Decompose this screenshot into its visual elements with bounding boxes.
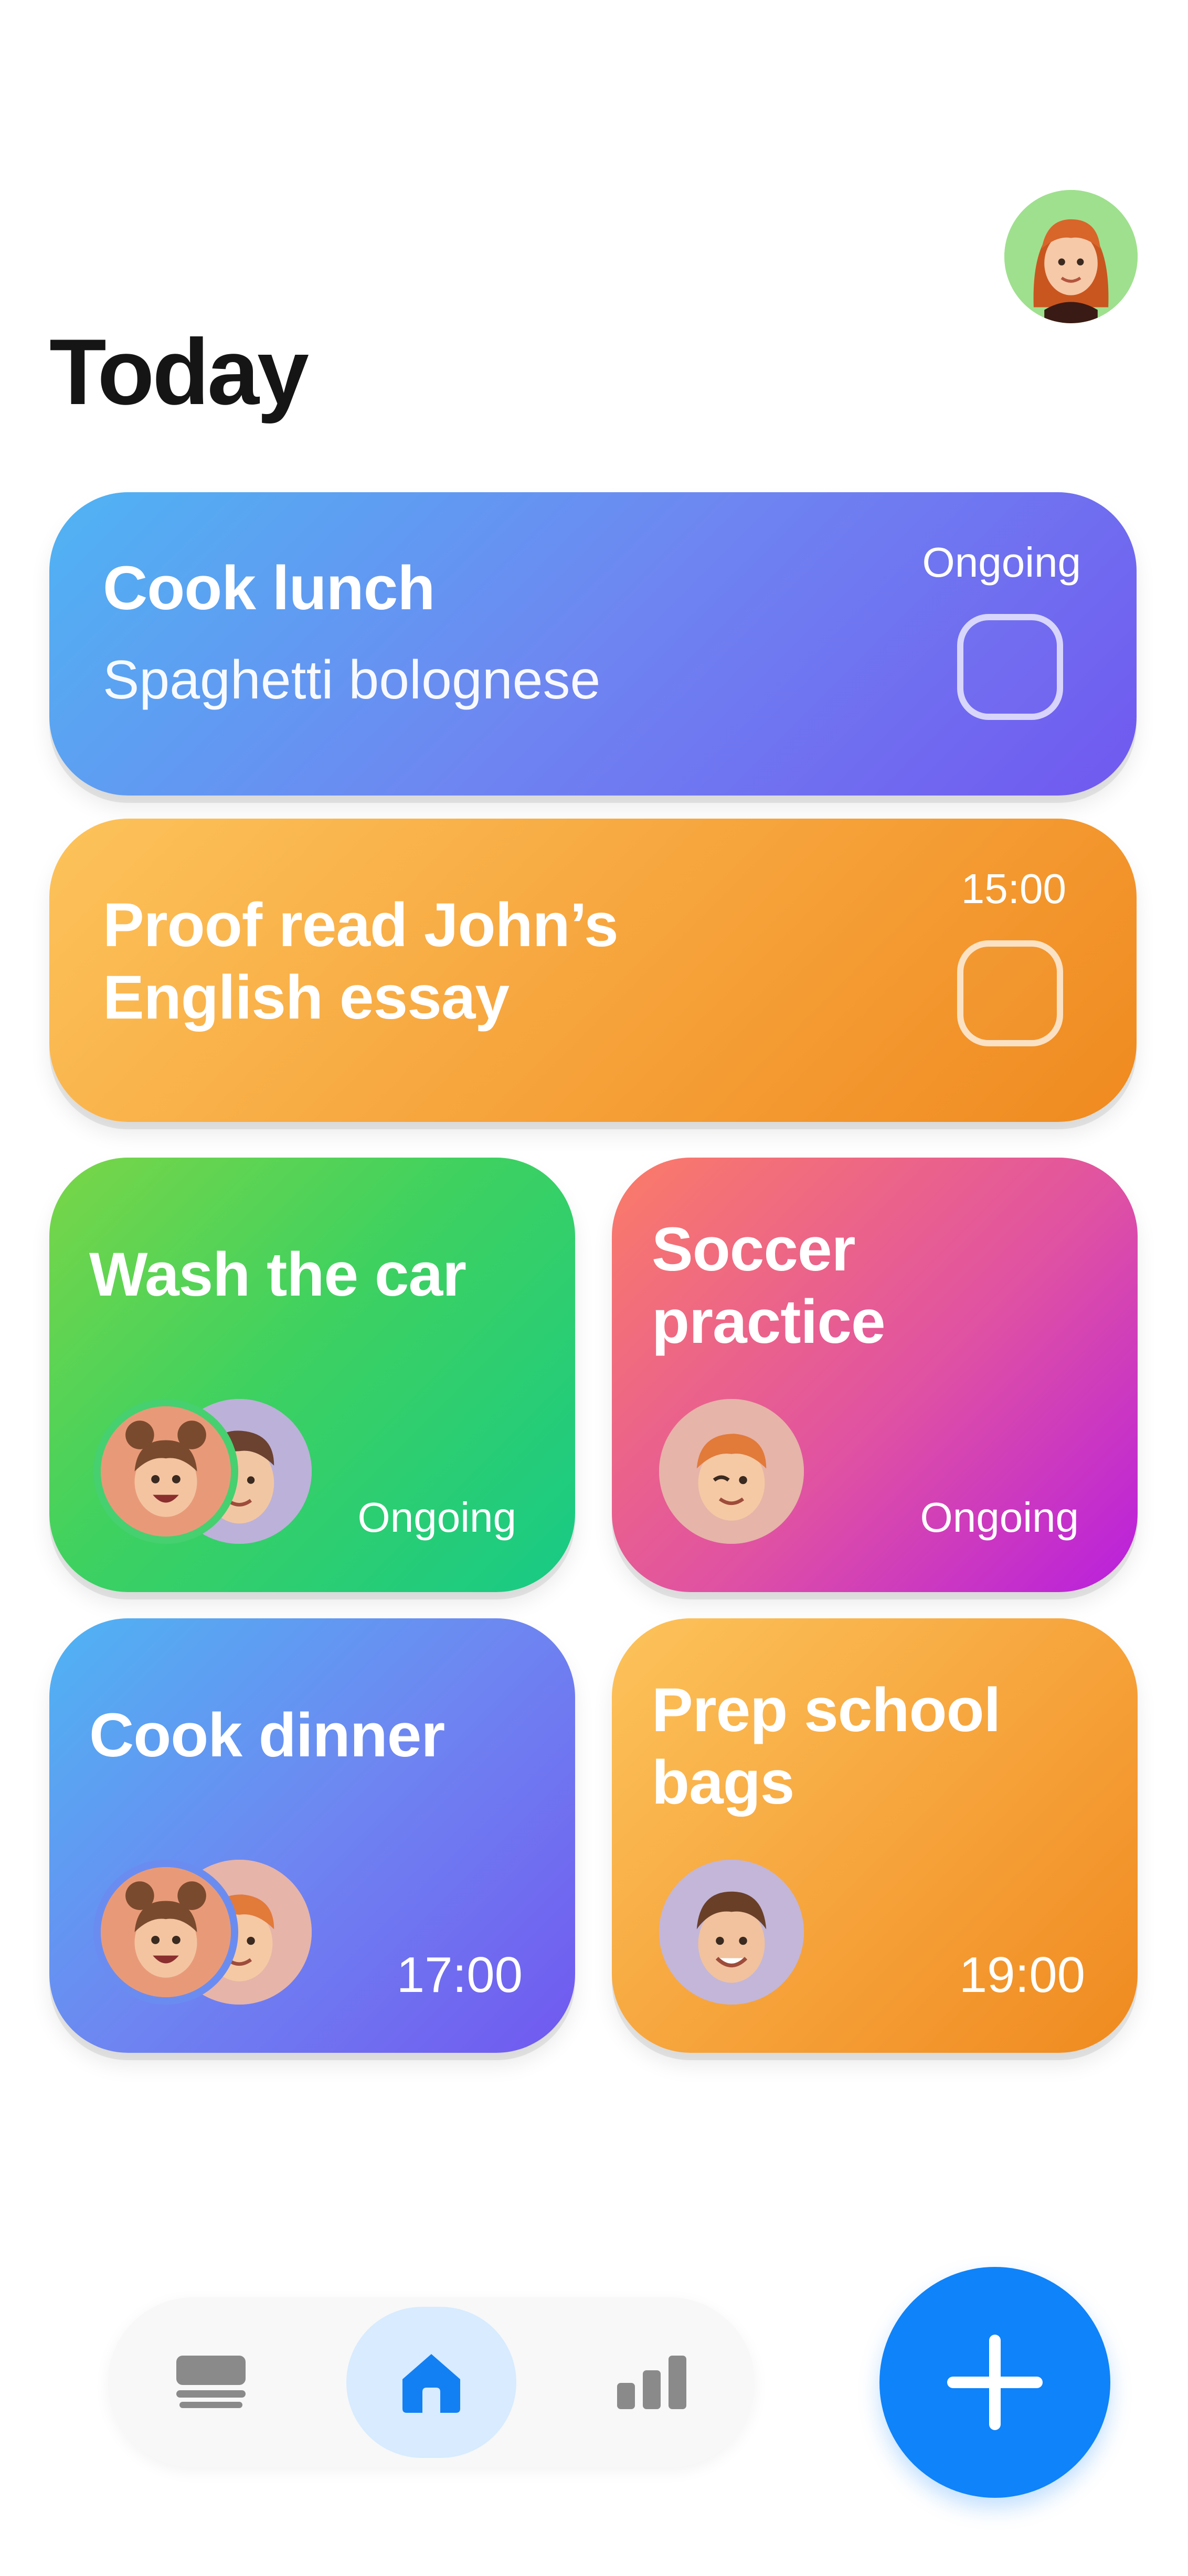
today-screen: Today Cook lunch Spaghetti bolognese Ong…: [0, 0, 1188, 2576]
page-title: Today: [49, 320, 309, 424]
assignee-avatar: [93, 1399, 238, 1544]
assignee-avatar: [659, 1399, 804, 1544]
task-status: Ongoing: [920, 1494, 1079, 1541]
add-task-button[interactable]: [879, 2267, 1110, 2498]
task-title: Wash the car: [89, 1240, 466, 1309]
task-time: 19:00: [959, 1947, 1085, 2003]
memoji-boy-winking-icon: [659, 1399, 804, 1544]
plus-icon: [947, 2335, 1043, 2430]
home-icon: [402, 2354, 460, 2413]
nav-item-home[interactable]: [346, 2307, 516, 2458]
nav-item-stack[interactable]: [126, 2307, 296, 2458]
assignee-avatar: [93, 1860, 238, 2005]
assignee-avatar: [659, 1860, 804, 2005]
task-card-prep-school-bags[interactable]: Prep school bags 19:00: [612, 1618, 1138, 2053]
task-subtitle: Spaghetti bolognese: [103, 650, 601, 711]
task-title-line1: Soccer: [652, 1215, 856, 1284]
task-title: Cook lunch: [103, 554, 435, 623]
task-title-line1: Prep school: [652, 1676, 1001, 1745]
task-time: 15:00: [961, 865, 1066, 912]
memoji-girl-buns-icon: [101, 1867, 231, 1997]
task-card-cook-lunch[interactable]: Cook lunch Spaghetti bolognese Ongoing: [49, 492, 1137, 796]
task-checkbox[interactable]: [957, 940, 1063, 1046]
memoji-man-icon: [659, 1860, 804, 2005]
task-card-proof-read[interactable]: Proof read John’s English essay 15:00: [49, 819, 1137, 1122]
nav-item-stats[interactable]: [567, 2307, 737, 2458]
memoji-girl-buns-icon: [101, 1406, 231, 1536]
profile-avatar[interactable]: [1004, 190, 1138, 323]
memoji-girl-red-hair-icon: [1004, 190, 1138, 323]
task-title-line2: English essay: [103, 963, 510, 1032]
task-checkbox[interactable]: [957, 614, 1063, 720]
task-card-soccer-practice[interactable]: Soccer practice Ongoing: [612, 1158, 1138, 1592]
task-status: Ongoing: [922, 539, 1081, 586]
task-title: Cook dinner: [89, 1701, 445, 1770]
task-status: Ongoing: [357, 1494, 516, 1541]
stack-icon: [176, 2356, 246, 2408]
task-time: 17:00: [396, 1947, 523, 2003]
task-title-line1: Proof read John’s: [103, 891, 619, 960]
bottom-nav: [108, 2297, 755, 2467]
task-title-line2: practice: [652, 1287, 886, 1356]
bar-chart-icon: [617, 2356, 686, 2409]
task-card-wash-car[interactable]: Wash the car Ongoing: [49, 1158, 575, 1592]
task-card-cook-dinner[interactable]: Cook dinner 17:00: [49, 1618, 575, 2053]
task-title-line2: bags: [652, 1748, 794, 1817]
